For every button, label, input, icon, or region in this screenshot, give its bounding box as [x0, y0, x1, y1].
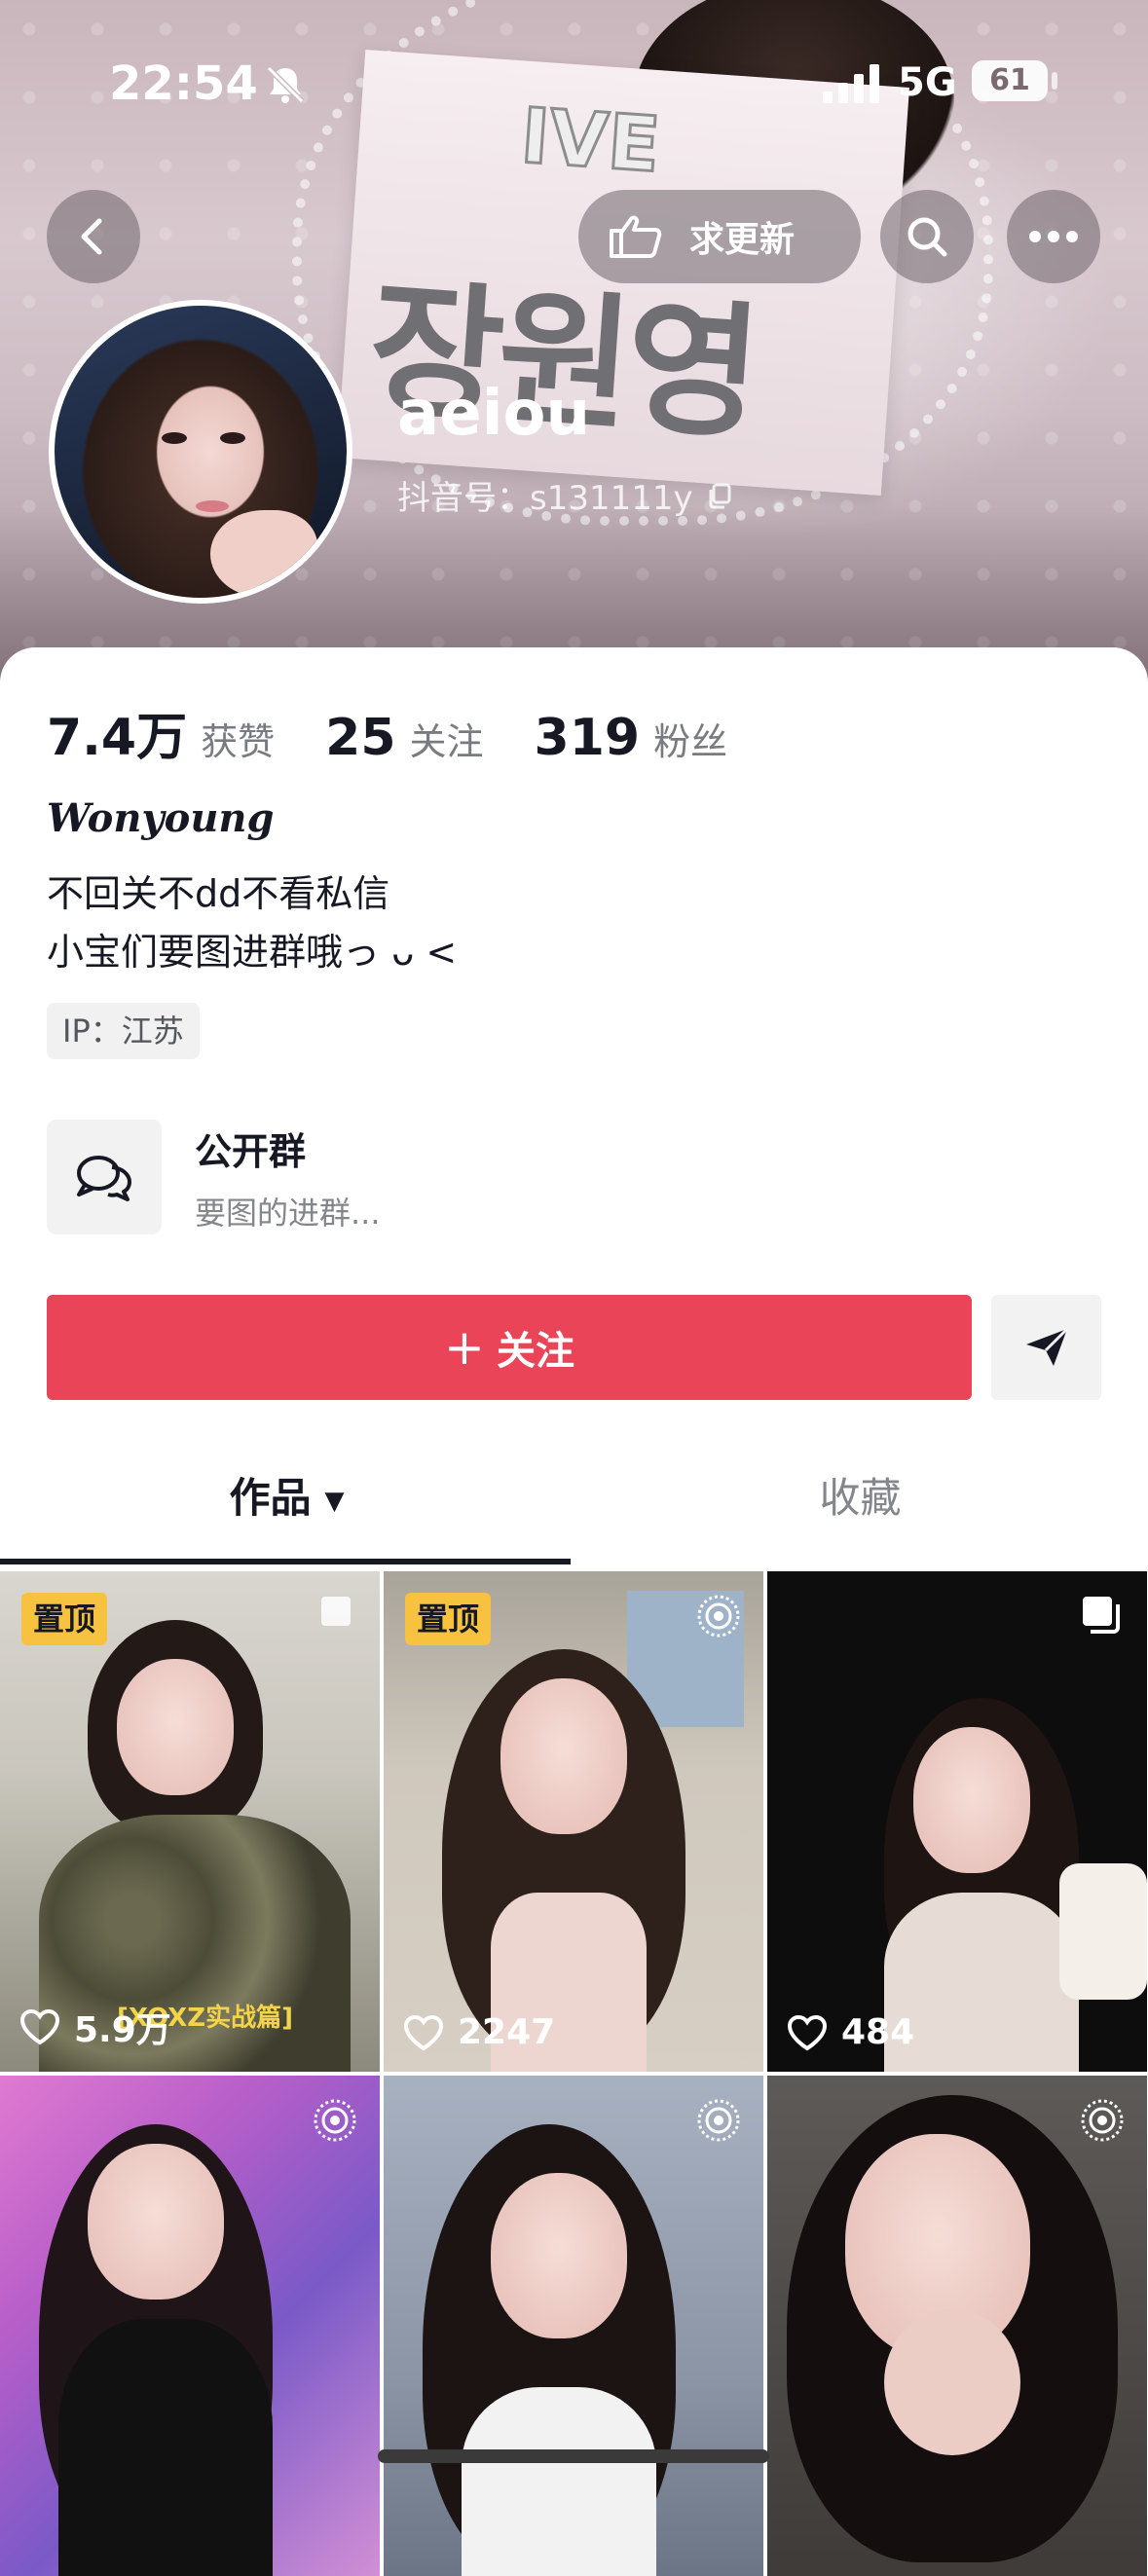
bell-muted-icon: [266, 65, 305, 104]
caret-down-icon: ▼: [324, 1486, 345, 1516]
stat-likes[interactable]: 7.4万 获赞: [47, 696, 275, 769]
back-button[interactable]: [47, 190, 140, 283]
home-indicator[interactable]: [378, 2449, 769, 2463]
heart-icon: [787, 2014, 828, 2050]
multi-image-icon: [1083, 1597, 1120, 1634]
avatar[interactable]: [49, 300, 352, 604]
stat-likes-label: 获赞: [201, 720, 276, 763]
profile-main: 7.4万 获赞 25 关注 319 粉丝 Wonyoung 不回关不dd不看私信…: [0, 647, 1148, 2576]
pinned-badge: 置顶: [21, 1593, 108, 1645]
douyin-id-text: 抖音号：s131111y: [397, 479, 693, 518]
message-button[interactable]: [991, 1295, 1101, 1400]
group-chat-icon: [77, 1156, 131, 1201]
battery-level: 61: [972, 60, 1048, 101]
follow-button[interactable]: + 关注: [47, 1295, 972, 1400]
pinned-badge: 置顶: [405, 1593, 492, 1645]
douyin-id[interactable]: 抖音号：s131111y: [397, 471, 734, 519]
stat-followers-label: 粉丝: [653, 720, 728, 763]
username: aeiou: [397, 378, 591, 450]
status-time: 22:54: [109, 56, 258, 111]
profile-tabs: 作品 ▼ 收藏: [0, 1465, 1148, 1543]
pointing-hand-icon: [610, 215, 662, 258]
video-likes-count: 2247: [458, 2012, 556, 2052]
video-likes: 484: [787, 2012, 914, 2052]
back-icon: [81, 218, 102, 255]
stat-following-num: 25: [325, 709, 396, 767]
bio-line: 不回关不dd不看私信: [47, 872, 390, 915]
video-card[interactable]: 484: [767, 1571, 1147, 2072]
network-type: 5G: [898, 60, 957, 105]
stat-followers[interactable]: 319 粉丝: [535, 709, 728, 767]
group-desc: 要图的进群...: [195, 1194, 381, 1232]
tab-works[interactable]: 作品 ▼: [0, 1465, 574, 1525]
live-photo-icon: [1081, 2099, 1124, 2142]
video-card[interactable]: [767, 2076, 1147, 2576]
video-likes: 5.9万: [19, 2002, 171, 2052]
video-card[interactable]: [384, 2076, 763, 2576]
stat-likes-num: 7.4万: [47, 709, 188, 767]
video-likes-count: 484: [841, 2012, 915, 2052]
banner-card-brand: IVE: [517, 92, 665, 192]
video-likes-count: 5.9万: [74, 2010, 171, 2050]
live-photo-icon: [697, 2099, 740, 2142]
request-update-button[interactable]: 求更新: [578, 190, 861, 283]
live-photo-icon: [314, 2099, 356, 2142]
plus-icon: +: [444, 1319, 485, 1376]
tab-favorites[interactable]: 收藏: [574, 1465, 1147, 1525]
video-card[interactable]: [0, 2076, 380, 2576]
more-icon: [1029, 231, 1078, 242]
profile-stats: 7.4万 获赞 25 关注 319 粉丝: [47, 696, 778, 769]
more-button[interactable]: [1007, 190, 1100, 283]
stat-followers-num: 319: [534, 709, 641, 767]
send-icon: [1025, 1327, 1068, 1366]
signal-icon: [823, 64, 879, 103]
image-post-icon: [321, 1597, 351, 1626]
group-title: 公开群: [195, 1129, 307, 1173]
stat-following-label: 关注: [409, 720, 484, 763]
ip-location-tag: IP：江苏: [47, 1003, 200, 1059]
battery-tip: [1052, 72, 1057, 90]
copy-icon[interactable]: [705, 481, 734, 510]
heart-icon: [403, 2014, 444, 2050]
live-photo-icon: [697, 1595, 740, 1638]
group-chat-icon-box: [47, 1120, 162, 1234]
public-group-entry[interactable]: 公开群 要图的进群...: [47, 1120, 381, 1234]
video-card[interactable]: 置顶 2247: [384, 1571, 763, 2072]
search-button[interactable]: [880, 190, 974, 283]
tab-works-label: 作品: [229, 1474, 312, 1522]
bio-name: Wonyoung: [47, 795, 275, 841]
bio-line: 小宝们要图进群哦っ ᴗ <: [47, 931, 458, 974]
stat-following[interactable]: 25 关注: [325, 709, 483, 767]
search-icon: [907, 217, 947, 257]
follow-label: 关注: [496, 1329, 574, 1374]
video-card[interactable]: [XOXZ实战篇] 置顶 5.9万: [0, 1571, 380, 2072]
tab-indicator: [0, 1559, 571, 1564]
request-update-label: 求更新: [689, 220, 796, 260]
heart-icon: [19, 2008, 60, 2045]
video-likes: 2247: [403, 2012, 555, 2052]
